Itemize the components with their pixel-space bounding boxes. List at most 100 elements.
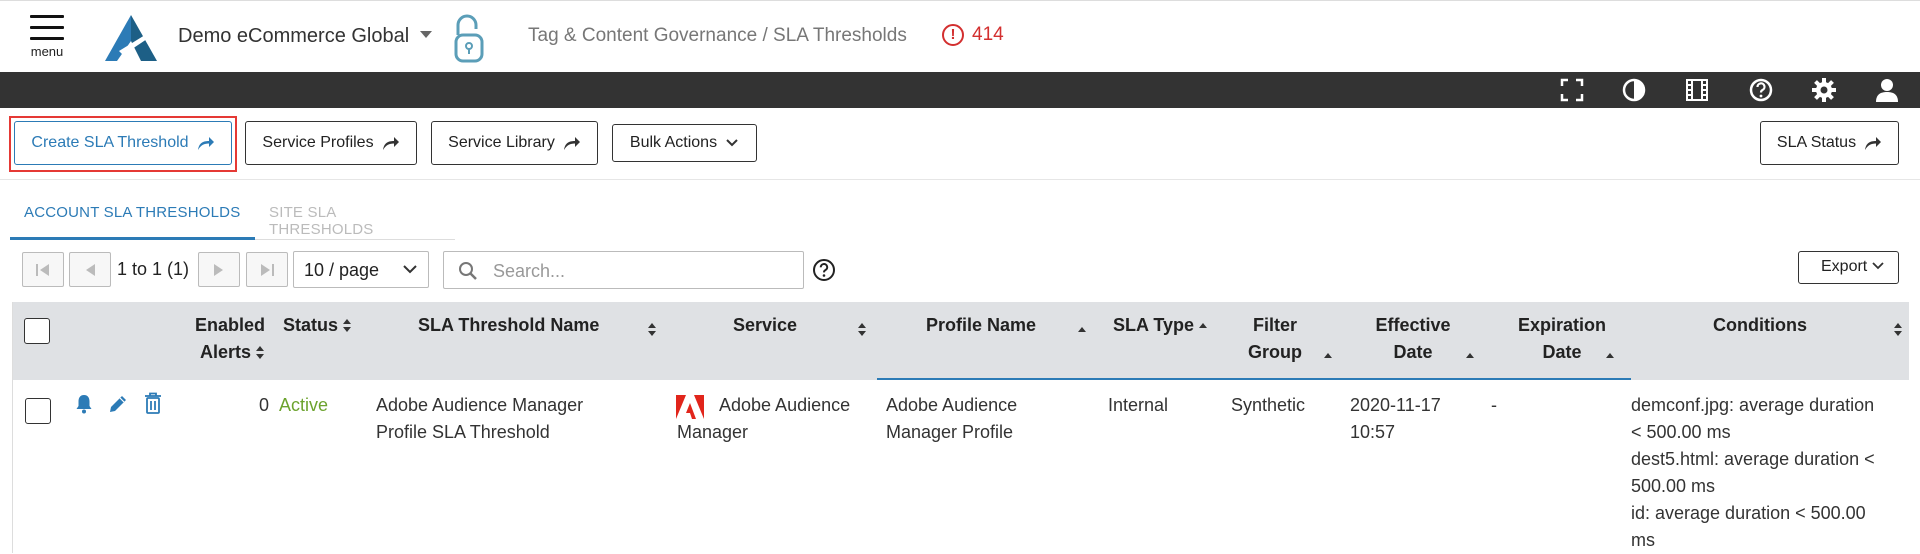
bell-icon[interactable] [75, 394, 93, 419]
service-value-line1: Adobe Audience [719, 395, 851, 415]
header-enabled-alerts[interactable]: Enabled Alerts [185, 312, 265, 366]
sort-asc-icon [1077, 326, 1087, 334]
search-box [443, 251, 804, 289]
action-bar: Create SLA Threshold Service Profiles Se… [0, 108, 1920, 180]
header-status-label: Status [283, 315, 339, 335]
export-dropdown[interactable]: Export [1798, 251, 1899, 284]
service-profiles-button[interactable]: Service Profiles [245, 121, 417, 165]
chevron-down-icon [1872, 262, 1884, 270]
film-icon[interactable] [1684, 77, 1710, 103]
fullscreen-icon[interactable] [1559, 77, 1585, 103]
service-library-button[interactable]: Service Library [431, 121, 598, 165]
header-sla-type[interactable]: SLA Type [1113, 312, 1208, 339]
next-page-button[interactable] [198, 252, 240, 287]
bulk-actions-dropdown[interactable]: Bulk Actions [612, 124, 757, 162]
unlocked-icon[interactable] [452, 13, 486, 70]
previous-page-icon [86, 263, 95, 276]
sort-icon [342, 318, 352, 334]
account-name[interactable]: Demo eCommerce Global [178, 25, 409, 48]
sorted-columns-underline [877, 378, 1631, 380]
sla-threshold-name[interactable]: Adobe Audience Manager Profile SLA Thres… [376, 392, 583, 446]
sla-threshold-name-line2: Profile SLA Threshold [376, 422, 550, 442]
last-page-button[interactable] [246, 252, 288, 287]
contrast-icon[interactable] [1621, 77, 1647, 103]
header-service[interactable]: Service [733, 312, 797, 339]
condition-line: id: average duration < 500.00 [1631, 503, 1866, 523]
header-expiration-line1: Expiration [1517, 315, 1606, 335]
user-icon[interactable] [1874, 77, 1900, 103]
service-value-line2: Manager [677, 422, 749, 442]
sort-asc-icon [1605, 352, 1615, 360]
effective-date-line2: 10:57 [1350, 422, 1396, 442]
first-page-button[interactable] [22, 252, 64, 287]
status-value: Active [279, 395, 329, 415]
row-select-checkbox[interactable] [25, 398, 51, 424]
sort-asc-icon [1465, 352, 1475, 360]
header-effective-line1: Effective [1375, 315, 1451, 335]
account-dropdown-caret-icon[interactable] [420, 31, 432, 38]
sla-threshold-name-line1: Adobe Audience Manager [376, 395, 584, 415]
search-help-icon[interactable] [812, 258, 836, 287]
sort-asc-icon [1323, 352, 1333, 360]
header-status[interactable]: Status [283, 312, 352, 339]
tab-account-sla-thresholds[interactable]: ACCOUNT SLA THRESHOLDS [10, 204, 255, 240]
select-all-checkbox[interactable] [24, 318, 50, 344]
header-expiration-date[interactable]: Expiration Date [1507, 312, 1617, 366]
export-label: Export [1821, 258, 1868, 275]
share-arrow-icon [382, 137, 399, 150]
share-arrow-icon [1865, 137, 1882, 150]
edit-pencil-icon[interactable] [108, 394, 128, 419]
profile-name-line1: Adobe Audience [886, 395, 1018, 415]
header-sla-threshold-name[interactable]: SLA Threshold Name [418, 312, 599, 339]
share-arrow-icon [563, 137, 580, 150]
header-enabled-alerts-line2: Alerts [199, 342, 251, 362]
app-header: menu Demo eCommerce Global Tag & Content… [0, 0, 1920, 72]
effective-date-value: 2020-11-17 10:57 [1350, 392, 1441, 446]
alert-icon: ! [942, 24, 964, 46]
search-icon [459, 262, 477, 280]
page-size-select[interactable]: 10 / page [293, 251, 429, 288]
chevron-down-icon [726, 139, 738, 147]
condition-line: demconf.jpg: average duration [1631, 395, 1875, 415]
settings-icon[interactable] [1811, 77, 1837, 103]
condition-line: 500.00 ms [1631, 476, 1716, 496]
expiration-date-value: - [1491, 395, 1497, 415]
highlight-box [9, 116, 237, 172]
sla-thresholds-table: Enabled Alerts Status SLA Threshold Name… [12, 302, 1909, 554]
menu-label: menu [30, 44, 64, 59]
header-profile-name[interactable]: Profile Name [926, 312, 1036, 339]
header-sla-type-label: SLA Type [1113, 315, 1195, 335]
bulk-actions-label: Bulk Actions [629, 134, 718, 151]
conditions-value: demconf.jpg: average duration < 500.00 m… [1631, 392, 1875, 554]
page-range: 1 to 1 (1) [117, 259, 190, 279]
trash-icon[interactable] [144, 392, 162, 419]
breadcrumb: Tag & Content Governance / SLA Threshold… [528, 25, 907, 46]
brand-logo[interactable] [105, 15, 157, 66]
alert-count-badge[interactable]: ! 414 [942, 24, 1004, 46]
header-filter-group[interactable]: Filter Group [1245, 312, 1305, 366]
sort-asc-icon [1198, 322, 1208, 330]
header-conditions[interactable]: Conditions [1713, 312, 1807, 339]
effective-date-line1: 2020-11-17 [1350, 395, 1441, 415]
last-page-icon [261, 263, 274, 276]
profile-name-line2: Manager Profile [886, 422, 1014, 442]
condition-line: dest5.html: average duration < [1631, 449, 1875, 469]
sla-status-button[interactable]: SLA Status [1760, 121, 1899, 165]
header-enabled-alerts-line1: Enabled [194, 315, 265, 335]
previous-page-button[interactable] [69, 252, 111, 287]
header-conditions-label: Conditions [1713, 315, 1807, 335]
menu-button[interactable]: menu [22, 15, 72, 67]
sort-icon [1893, 322, 1903, 338]
chevron-down-icon [403, 265, 417, 274]
page-size-value: 10 / page [304, 260, 380, 280]
alert-count: 414 [972, 24, 1004, 45]
utility-toolbar [0, 72, 1920, 108]
search-input[interactable] [491, 260, 791, 283]
filter-group-value: Synthetic [1231, 395, 1306, 415]
header-effective-date[interactable]: Effective Date [1368, 312, 1458, 366]
service-value: Adobe Audience Manager [677, 392, 850, 446]
profile-name-value[interactable]: Adobe Audience Manager Profile [886, 392, 1017, 446]
help-icon[interactable] [1748, 77, 1774, 103]
tab-site-sla-thresholds[interactable]: SITE SLA THRESHOLDS [255, 204, 455, 240]
sla-type-value: Internal [1108, 395, 1169, 415]
